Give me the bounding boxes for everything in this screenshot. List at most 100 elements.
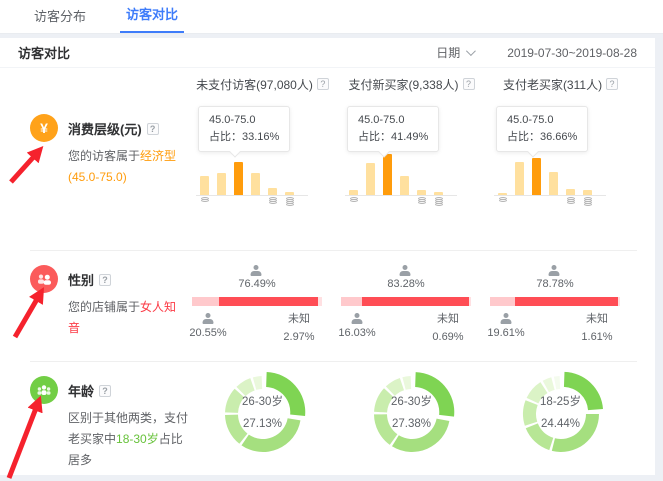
bar [566, 189, 575, 195]
coin-stack-icon [281, 196, 298, 206]
coin-stack-icon [413, 196, 430, 206]
column-header-old-buyers: 支付老买家(311人)? [486, 76, 635, 93]
column-header-new-buyers: 支付新买家(9,338人)? [337, 76, 486, 93]
age-chart-unpaid[interactable]: 26-30岁 27.13% [188, 366, 337, 466]
visitor-compare-panel: 访客对比 日期 2019-07-30~2019-08-28 未支付访客(97,0… [0, 38, 655, 475]
people-group-icon [30, 376, 58, 404]
coin-stack-icon [362, 196, 379, 206]
female-bust-icon [250, 265, 262, 276]
consumption-chart-old-buyers[interactable]: 45.0-75.0 占比：36.66% [486, 100, 635, 236]
female-percent: 83.28% [371, 278, 441, 290]
coin-stack-icon [379, 196, 396, 206]
male-percent: 20.55% [186, 327, 230, 339]
female-bust-icon [399, 265, 411, 276]
column-headers: 未支付访客(97,080人)? 支付新买家(9,338人)? 支付老买家(311… [0, 68, 655, 100]
help-icon[interactable]: ? [463, 78, 475, 90]
bar [268, 188, 277, 195]
bar [349, 190, 358, 195]
male-bar-segment [192, 297, 219, 306]
bar [366, 163, 375, 195]
coin-stack-icon [545, 196, 562, 206]
date-range-value[interactable]: 2019-07-30~2019-08-28 [507, 46, 637, 60]
coin-stack-icon [196, 196, 213, 206]
female-bar-segment [219, 297, 318, 306]
yen-coin-icon: ¥ [30, 114, 58, 142]
coin-stack-icon [247, 196, 264, 206]
column-header-unpaid: 未支付访客(97,080人)? [188, 76, 337, 93]
male-bust-icon [351, 313, 363, 324]
date-dropdown[interactable]: 日期 [436, 44, 473, 61]
bar [251, 173, 260, 195]
highlighted-bar [383, 154, 392, 195]
unknown-bar-segment [469, 297, 471, 306]
row-title-gender: 性别 [68, 270, 94, 289]
bar [285, 192, 294, 195]
row-title-consumption: 消费层级(元) [68, 119, 142, 138]
coin-stack-icon [579, 196, 596, 206]
male-bar-segment [490, 297, 515, 306]
highlighted-bar [234, 162, 243, 195]
bar [549, 172, 558, 195]
bar [498, 193, 507, 195]
coin-stack-icon [213, 196, 230, 206]
age-chart-new-buyers[interactable]: 26-30岁 27.38% [337, 366, 486, 466]
row-title-age: 年龄 [68, 381, 94, 400]
age-donut[interactable]: 26-30岁 27.13% [211, 366, 315, 462]
help-icon[interactable]: ? [317, 78, 329, 90]
gender-chart-unpaid[interactable]: 76.49% 20.55% 未知2.97% [188, 265, 337, 353]
male-bust-icon [202, 313, 214, 324]
tab-visitor-distribution[interactable]: 访客分布 [28, 0, 92, 33]
gender-chart-new-buyers[interactable]: 83.28% 16.03% 未知0.69% [337, 265, 486, 353]
consumption-chart-unpaid[interactable]: 45.0-75.0 占比：33.16% [188, 100, 337, 236]
help-icon[interactable]: ? [606, 78, 618, 90]
chart-tooltip: 45.0-75.0 占比：36.66% [496, 106, 588, 152]
unknown-label: 未知 [573, 311, 621, 329]
coin-stack-icon [230, 196, 247, 206]
unknown-label: 未知 [424, 311, 472, 329]
age-chart-old-buyers[interactable]: 18-25岁 24.44% [486, 366, 635, 466]
coin-stack-icon [396, 196, 413, 206]
unknown-bar-segment [618, 297, 620, 306]
tab-bar: 访客分布 访客对比 [0, 0, 663, 34]
unknown-percent: 2.97% [275, 329, 323, 347]
coin-stack-icon [430, 196, 447, 206]
page-title: 访客对比 [18, 43, 70, 62]
age-donut[interactable]: 18-25岁 24.44% [509, 366, 613, 462]
bar [583, 190, 592, 195]
female-percent: 76.49% [222, 278, 292, 290]
age-highlight: 18-30岁 [116, 432, 159, 446]
highlighted-bar [532, 158, 541, 195]
row-gender: 性别 ? 您的店铺属于女人知音 76.49% 20.55% 未知2.97% 83… [0, 251, 655, 361]
bar [200, 176, 209, 195]
help-icon[interactable]: ? [147, 123, 159, 135]
people-pair-icon [30, 265, 58, 293]
female-bar-segment [515, 297, 617, 306]
row-consumption: ¥ 消费层级(元) ? 您的访客属于经济型(45.0-75.0) 45.0-75… [0, 100, 655, 250]
chart-tooltip: 45.0-75.0 占比：33.16% [198, 106, 290, 152]
gender-description: 您的店铺属于女人知音 [68, 297, 188, 339]
tab-visitor-compare[interactable]: 访客对比 [120, 0, 184, 33]
unknown-bar-segment [318, 297, 322, 306]
male-percent: 16.03% [335, 327, 379, 339]
age-description: 区别于其他两类，支付老买家中18-30岁占比居多 [68, 408, 188, 471]
age-donut[interactable]: 26-30岁 27.38% [360, 366, 464, 462]
unknown-percent: 1.61% [573, 329, 621, 347]
panel-header: 访客对比 日期 2019-07-30~2019-08-28 [0, 38, 655, 68]
bar [434, 192, 443, 195]
chevron-down-icon [466, 46, 476, 56]
bar [417, 190, 426, 195]
coin-stack-icon [494, 196, 511, 206]
unknown-label: 未知 [275, 311, 323, 329]
coin-stack-icon [562, 196, 579, 206]
chart-tooltip: 45.0-75.0 占比：41.49% [347, 106, 439, 152]
help-icon[interactable]: ? [99, 385, 111, 397]
female-percent: 78.78% [520, 278, 590, 290]
consumption-chart-new-buyers[interactable]: 45.0-75.0 占比：41.49% [337, 100, 486, 236]
bar [217, 173, 226, 195]
male-bar-segment [341, 297, 362, 306]
help-icon[interactable]: ? [99, 274, 111, 286]
unknown-percent: 0.69% [424, 329, 472, 347]
gender-chart-old-buyers[interactable]: 78.78% 19.61% 未知1.61% [486, 265, 635, 353]
row-age: 年龄 ? 区别于其他两类，支付老买家中18-30岁占比居多 26-30岁 27.… [0, 362, 655, 474]
coin-stack-icon [511, 196, 528, 206]
